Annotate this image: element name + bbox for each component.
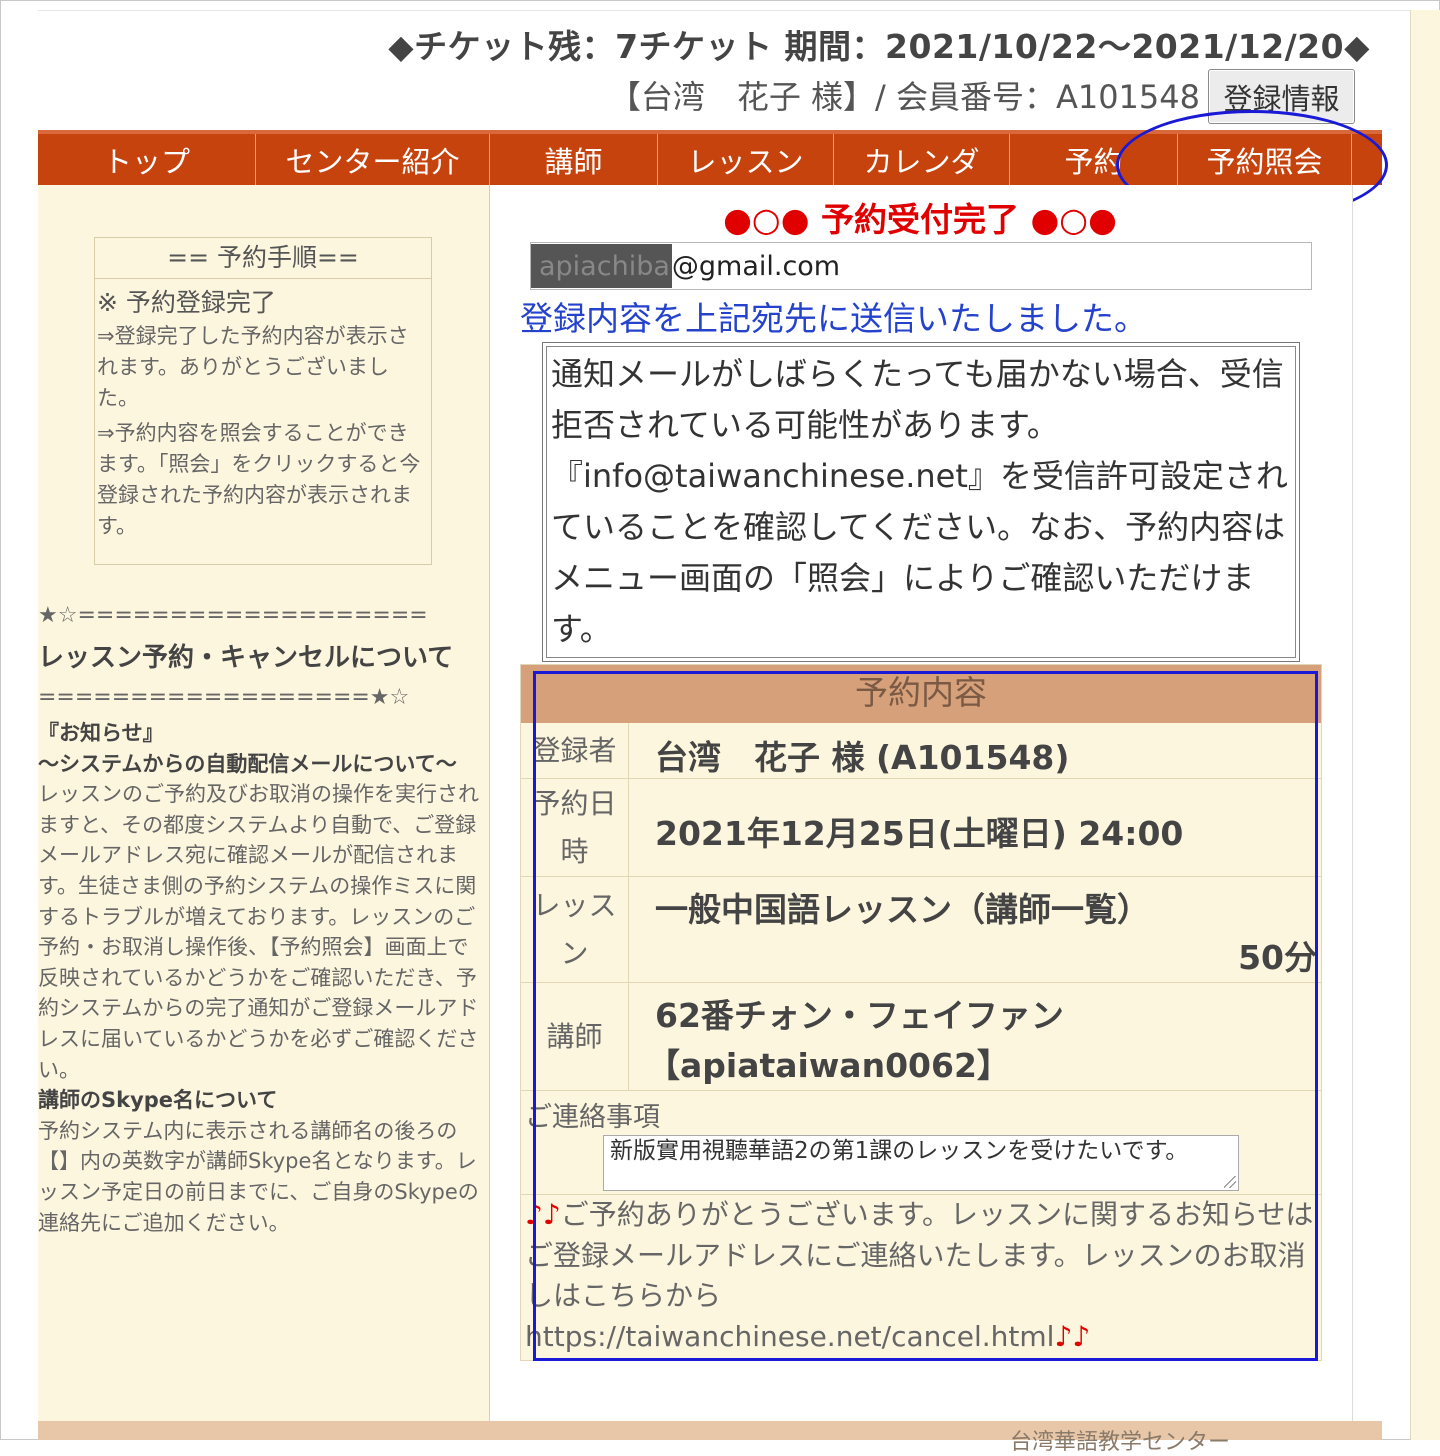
contact-label: ご連絡事項 xyxy=(525,1102,660,1133)
row-lesson: レッスン 一般中国語レッスン（講師一覧） 50分 xyxy=(521,877,1321,983)
teacher-label: 講師 xyxy=(521,983,629,1090)
register-info-button[interactable]: 登録情報 xyxy=(1208,69,1355,124)
nav-item-center[interactable]: センター紹介 xyxy=(256,134,490,185)
nav-item-reservation-lookup[interactable]: 予約照会 xyxy=(1178,134,1352,185)
nav-item-lessons[interactable]: レッスン xyxy=(658,134,834,185)
member-info: 【台湾 花子 様】/ 会員番号：A101548 xyxy=(608,78,1200,116)
thanks-message: ♪♪ご予約ありがとうございます。レッスンに関するお知らせはご登録メールアドレスに… xyxy=(525,1195,1315,1357)
skype-title: 講師のSkype名について xyxy=(38,1088,278,1113)
steps-text-2: ⇒予約内容を照会することができます。「照会」をクリックすると今登録された予約内容… xyxy=(97,421,421,538)
nav-item-calendar[interactable]: カレンダ xyxy=(834,134,1010,185)
masked-email-user: apiachiba xyxy=(531,244,672,288)
row-contact: ご連絡事項 新版實用視聽華語2の第1課のレッスンを受けたいです。 xyxy=(521,1091,1321,1195)
row-registrant: 登録者 台湾 花子 様 (A101548) xyxy=(521,723,1321,779)
row-teacher: 講師 62番チォン・フェイファン 【apiataiwan0062】 xyxy=(521,983,1321,1091)
teacher-name: 62番チォン・フェイファン xyxy=(655,996,1064,1035)
notice-body: レッスンのご予約及びお取消の操作を実行されますと、その都度システムより自動で、ご… xyxy=(38,782,479,1082)
music-note-icon: ♪♪ xyxy=(1054,1319,1091,1353)
completion-title: ●○● 予約受付完了 ●○● xyxy=(723,200,1117,239)
thanks-text: ご予約ありがとうございます。レッスンに関するお知らせはご登録メールアドレスにご連… xyxy=(525,1198,1314,1312)
row-datetime: 予約日時 2021年12月25日(土曜日) 24:00 xyxy=(521,779,1321,877)
skype-body: 予約システム内に表示される講師名の後ろの【】内の英数字が講師Skype名となりま… xyxy=(38,1118,479,1235)
lesson-label: レッスン xyxy=(521,877,629,982)
table-heading: 予約内容 xyxy=(521,665,1321,723)
registrant-value: 台湾 花子 様 (A101548) xyxy=(655,738,1070,777)
contact-textarea[interactable]: 新版實用視聽華語2の第1課のレッスンを受けたいです。 xyxy=(603,1135,1239,1191)
main-nav: トップ センター紹介 講師 レッスン カレンダ 予約 予約照会 xyxy=(38,130,1382,185)
mail-warning-box: 通知メールがしばらくたっても届かない場合、受信拒否されている可能性があります。『… xyxy=(542,342,1300,662)
steps-subtitle: ※ 予約登録完了 xyxy=(97,288,276,317)
separator-top: ★☆=================== xyxy=(38,603,428,628)
steps-title: == 予約手順== xyxy=(95,238,431,279)
separator-bottom: ==================★☆ xyxy=(38,685,410,710)
sidebar: == 予約手順== ※ 予約登録完了 ⇒登録完了した予約内容が表示されます。あり… xyxy=(38,185,490,1421)
nav-item-teachers[interactable]: 講師 xyxy=(490,134,658,185)
contact-text: 新版實用視聽華語2の第1課のレッスンを受けたいです。 xyxy=(610,1138,1189,1164)
lesson-value: 一般中国語レッスン（講師一覧） xyxy=(655,890,1150,929)
ticket-status: ◆チケット残：7チケット 期間：2021/10/22～2021/12/20◆ xyxy=(388,27,1370,66)
teacher-skype: 【apiataiwan0062】 xyxy=(647,1046,1010,1085)
notice-section: 『お知らせ』 ～システムからの自動配信メールについて～ レッスンのご予約及びお取… xyxy=(38,718,484,1238)
notice-subtitle: ～システムからの自動配信メールについて～ xyxy=(38,751,457,776)
footer-text: 台湾華語教学センター xyxy=(1010,1430,1231,1455)
datetime-value: 2021年12月25日(土曜日) 24:00 xyxy=(655,814,1184,853)
notice-title: 『お知らせ』 xyxy=(38,721,164,745)
email-domain: @gmail.com xyxy=(671,250,841,282)
steps-text-1: ⇒登録完了した予約内容が表示されます。ありがとうございました。 xyxy=(97,324,409,410)
registrant-label: 登録者 xyxy=(521,723,629,778)
resize-grip-icon[interactable] xyxy=(1224,1176,1236,1188)
datetime-label: 予約日時 xyxy=(521,779,629,876)
right-margin-strip xyxy=(1410,10,1440,1440)
top-divider xyxy=(38,10,1410,11)
reservation-details-table: 予約内容 登録者 台湾 花子 様 (A101548) 予約日時 2021年12月… xyxy=(520,664,1322,1361)
lesson-duration: 50分 xyxy=(1238,938,1317,977)
nav-item-reserve[interactable]: 予約 xyxy=(1010,134,1178,185)
cancel-link[interactable]: https://taiwanchinese.net/cancel.html xyxy=(525,1320,1054,1353)
nav-item-top[interactable]: トップ xyxy=(38,134,256,185)
email-field[interactable]: apiachiba @gmail.com xyxy=(530,242,1312,290)
sent-message: 登録内容を上記宛先に送信いたしました。 xyxy=(520,299,1147,338)
reservation-steps-box: == 予約手順== ※ 予約登録完了 ⇒登録完了した予約内容が表示されます。あり… xyxy=(94,237,432,565)
music-note-icon: ♪♪ xyxy=(525,1198,561,1231)
sidebar-heading: レッスン予約・キャンセルについて xyxy=(38,643,454,673)
